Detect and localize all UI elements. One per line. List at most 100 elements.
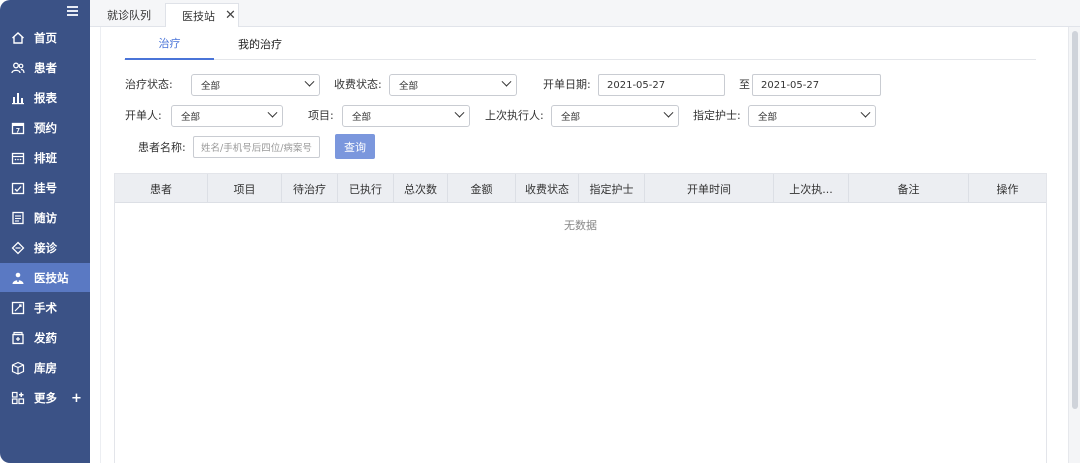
column-header: 上次执...: [774, 174, 849, 203]
sidebar-item-schedule[interactable]: 排班: [0, 144, 90, 172]
empty-state: 无数据: [564, 219, 597, 232]
sidebar-item-label: 随访: [34, 211, 57, 225]
sidebar-item-medtech[interactable]: 医技站: [0, 263, 90, 292]
column-header: 金额: [448, 174, 516, 203]
sidebar-item-label: 医技站: [34, 270, 69, 285]
sidebar-item-label: 库房: [34, 361, 57, 375]
expand-plus-icon[interactable]: +: [71, 391, 82, 406]
schedule-icon: [11, 151, 25, 165]
date-to-input[interactable]: 2021-05-27: [752, 74, 881, 96]
chevron-down-icon: [267, 107, 278, 118]
column-header: 已执行: [338, 174, 394, 203]
calendar-icon: 7: [11, 121, 25, 135]
select-value: 全部: [399, 81, 419, 92]
tab-visit-queue[interactable]: 就诊队列: [107, 3, 151, 27]
medtech-icon: [11, 271, 25, 285]
sidebar-item-dispense[interactable]: 发药: [0, 324, 90, 352]
patient-search-input[interactable]: 姓名/手机号后四位/病案号: [193, 136, 320, 158]
orderer-label: 开单人:: [125, 109, 162, 122]
chevron-down-icon: [860, 107, 871, 118]
column-header: 收费状态: [516, 174, 579, 203]
sidebar-item-home[interactable]: 首页: [0, 24, 90, 52]
column-header: 总次数: [394, 174, 448, 203]
tab-treatment[interactable]: 治疗: [125, 27, 214, 60]
sidebar-item-label: 接诊: [34, 241, 57, 255]
last-executor-label: 上次执行人:: [485, 109, 544, 122]
query-button[interactable]: 查询: [335, 134, 375, 159]
menu-icon[interactable]: [67, 6, 78, 16]
nurse-label: 指定护士:: [693, 109, 741, 122]
grid-plus-icon: [11, 391, 25, 405]
scrollbar-thumb[interactable]: [1072, 31, 1078, 409]
column-header: 待治疗: [282, 174, 338, 203]
date-from-input[interactable]: 2021-05-27: [598, 74, 725, 96]
treatment-table: 患者 项目 待治疗 已执行 总次数 金额 收费状态 指定护士 开单时间 上次执.…: [114, 173, 1047, 463]
select-value: 全部: [352, 112, 372, 123]
users-icon: [11, 61, 25, 75]
register-icon: [11, 181, 25, 195]
treat-status-label: 治疗状态:: [125, 78, 173, 91]
tab-label: 医技站: [182, 9, 215, 23]
tab-bar: 就诊队列 医技站 ✕: [90, 0, 1080, 27]
sidebar-item-label: 排班: [34, 151, 57, 165]
column-header: 项目: [208, 174, 282, 203]
chevron-down-icon: [501, 76, 512, 87]
sidebar: 首页 患者 报表 7 预约 排班 挂号 随访 接诊 医技站 手术 发药 库房 更…: [0, 0, 90, 463]
nurse-select[interactable]: 全部: [748, 105, 876, 127]
sidebar-item-label: 首页: [34, 31, 57, 45]
sidebar-item-label: 预约: [34, 121, 57, 135]
column-header: 操作: [996, 182, 1019, 196]
sidebar-item-label: 发药: [34, 331, 57, 345]
bar-chart-icon: [11, 91, 25, 105]
treat-status-select[interactable]: 全部: [191, 74, 320, 96]
sidebar-item-appointments[interactable]: 7 预约: [0, 114, 90, 142]
sidebar-item-surgery[interactable]: 手术: [0, 294, 90, 322]
select-value: 全部: [758, 112, 778, 123]
tab-label: 就诊队列: [107, 9, 151, 22]
medicine-icon: [11, 331, 25, 345]
sidebar-item-warehouse[interactable]: 库房: [0, 354, 90, 382]
sidebar-item-registration[interactable]: 挂号: [0, 174, 90, 202]
sidebar-item-reports[interactable]: 报表: [0, 84, 90, 112]
main-panel: 治疗 我的治疗 治疗状态: 全部 收费状态: 全部 开单日期: 2021-05-…: [100, 27, 1068, 463]
patient-name-label: 患者名称:: [138, 141, 186, 154]
close-icon[interactable]: ✕: [225, 8, 236, 23]
sidebar-item-patients[interactable]: 患者: [0, 54, 90, 82]
charge-status-select[interactable]: 全部: [389, 74, 517, 96]
table-header: 患者 项目 待治疗 已执行 总次数 金额 收费状态 指定护士 开单时间 上次执.…: [115, 174, 1046, 203]
column-header: 备注: [849, 174, 969, 203]
select-value: 全部: [181, 112, 201, 123]
box-icon: [11, 361, 25, 375]
sidebar-item-followup[interactable]: 随访: [0, 204, 90, 232]
chevron-down-icon: [454, 107, 465, 118]
scrollbar[interactable]: [1068, 27, 1080, 463]
home-icon: [11, 31, 25, 45]
select-value: 全部: [561, 112, 581, 123]
sidebar-item-label: 患者: [34, 61, 57, 75]
charge-status-label: 收费状态:: [334, 78, 382, 91]
to-label: 至: [739, 78, 750, 91]
chevron-down-icon: [304, 76, 315, 87]
column-header: 开单时间: [645, 174, 774, 203]
diamond-icon: [11, 241, 25, 255]
sidebar-item-more[interactable]: 更多 +: [0, 384, 90, 412]
tab-my-treatment[interactable]: 我的治疗: [220, 27, 300, 60]
document-icon: [11, 211, 25, 225]
surgery-icon: [11, 301, 25, 315]
order-date-label: 开单日期:: [543, 78, 591, 91]
orderer-select[interactable]: 全部: [171, 105, 283, 127]
last-executor-select[interactable]: 全部: [551, 105, 679, 127]
sub-tabs: 治疗 我的治疗: [124, 27, 1036, 60]
sidebar-item-label: 报表: [34, 91, 57, 105]
sidebar-item-label: 手术: [34, 301, 57, 315]
chevron-down-icon: [663, 107, 674, 118]
item-label: 项目:: [308, 109, 334, 122]
sidebar-header: [0, 0, 90, 25]
sidebar-item-consultation[interactable]: 接诊: [0, 234, 90, 262]
sidebar-item-label: 更多: [34, 391, 57, 405]
tab-medtech[interactable]: 医技站 ✕: [165, 3, 239, 27]
column-header: 指定护士: [579, 174, 645, 203]
sidebar-item-label: 挂号: [34, 181, 57, 195]
select-value: 全部: [201, 81, 221, 92]
item-select[interactable]: 全部: [342, 105, 470, 127]
